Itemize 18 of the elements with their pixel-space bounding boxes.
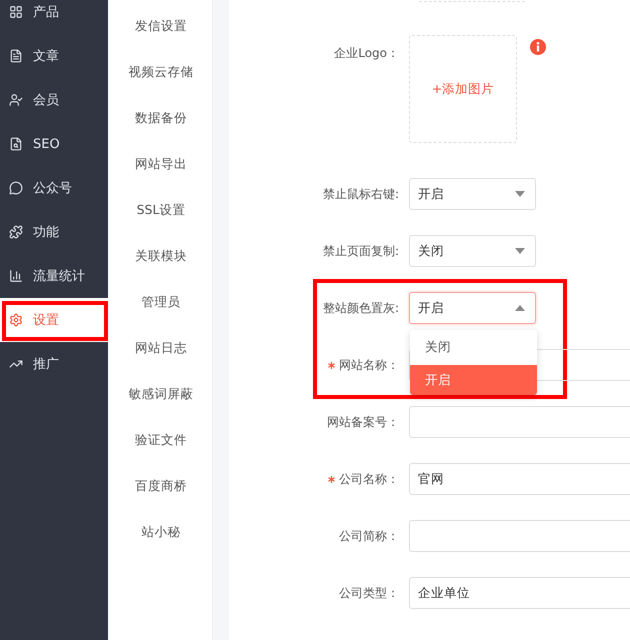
field-label: 公司名称： bbox=[229, 463, 409, 495]
field-label: 企业Logo： bbox=[333, 45, 400, 62]
sidebar-label: 流量统计 bbox=[33, 268, 85, 285]
field-label: 整站颜色置灰: bbox=[322, 300, 400, 316]
sidebar-label: 会员 bbox=[33, 92, 59, 109]
field-label: 公司类型： bbox=[338, 584, 400, 602]
field-label: 网站名称： bbox=[229, 349, 409, 381]
field-label: 禁止页面复制: bbox=[322, 242, 400, 260]
sidebar-label: 设置 bbox=[33, 312, 59, 329]
sidebar-label: 推广 bbox=[33, 356, 59, 373]
sidebar-label: SEO bbox=[33, 136, 60, 152]
sidebar-label: 文章 bbox=[33, 48, 59, 65]
sidebar-label: 产品 bbox=[33, 4, 59, 21]
field-label: 禁止鼠标右键: bbox=[322, 186, 400, 202]
sidebar-label: 功能 bbox=[33, 224, 59, 241]
field-label: 网站备案号： bbox=[326, 414, 400, 430]
field-label: 公司简称： bbox=[338, 528, 400, 544]
sidebar-label: 公众号 bbox=[33, 180, 72, 197]
